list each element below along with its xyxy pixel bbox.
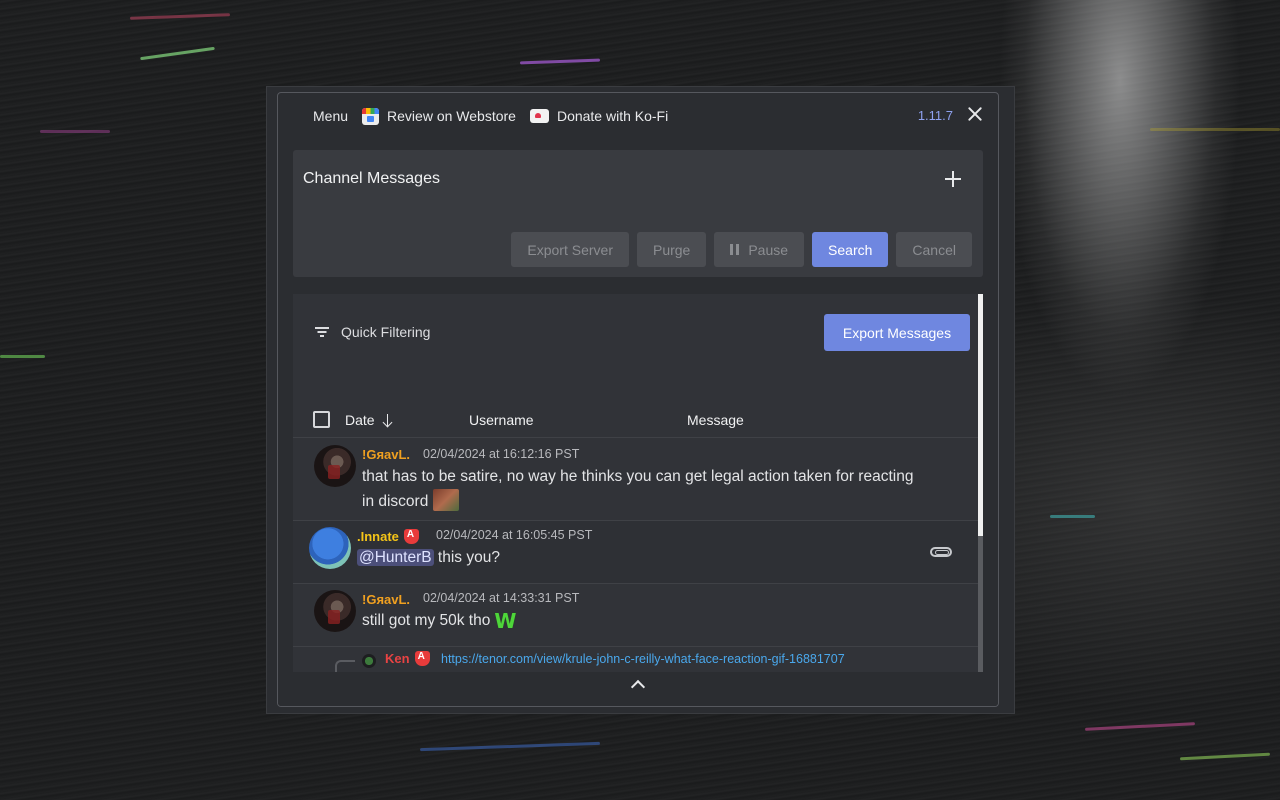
quick-filtering-label: Quick Filtering (341, 324, 431, 340)
message-timestamp: 02/04/2024 at 16:05:45 PST (436, 528, 593, 542)
bg-streak (1150, 128, 1280, 131)
filter-icon (315, 327, 329, 337)
message-text-line: in discord (362, 493, 429, 510)
action-button-row: Export Server Purge Pause Search Cancel (511, 232, 972, 267)
reply-username-text: Ken (385, 651, 410, 666)
message-text-line: that has to be satire, no way he thinks … (362, 468, 914, 485)
moderator-badge-icon (414, 651, 430, 666)
table-header: Date Username Message (293, 402, 978, 438)
w-emoji-icon: W (494, 609, 517, 633)
kofi-cup-icon (529, 109, 549, 123)
message-text: @HunterB this you? (357, 546, 500, 570)
reply-username: Ken (385, 651, 430, 666)
message-username: !GяavL. (362, 447, 411, 462)
menu-button[interactable]: Menu (290, 108, 348, 124)
search-button[interactable]: Search (812, 232, 889, 267)
table-row[interactable]: !GяavL. 02/04/2024 at 16:12:16 PST that … (293, 439, 978, 521)
message-text: still got my 50k tho W (362, 609, 516, 633)
message-timestamp: 02/04/2024 at 14:33:31 PST (423, 591, 580, 605)
pause-label: Pause (748, 241, 789, 258)
avatar (314, 590, 356, 632)
avatar (314, 445, 356, 487)
message-column-header[interactable]: Message (687, 412, 744, 428)
date-header-label: Date (345, 412, 375, 428)
cancel-button[interactable]: Cancel (896, 232, 972, 267)
avatar (309, 527, 351, 569)
export-messages-button[interactable]: Export Messages (824, 314, 970, 351)
export-server-button[interactable]: Export Server (511, 232, 629, 267)
chevron-up-icon[interactable] (630, 679, 646, 695)
message-username: .Innate (357, 529, 419, 544)
reply-connector (335, 660, 355, 672)
user-mention[interactable]: @HunterB (357, 549, 434, 566)
message-timestamp: 02/04/2024 at 16:12:16 PST (423, 447, 580, 461)
messages-panel: Quick Filtering Export Messages Date Use… (293, 294, 983, 672)
arrow-down-icon (382, 413, 394, 427)
donate-label: Donate with Ko-Fi (556, 108, 669, 124)
bg-streak (0, 355, 45, 358)
avatar (362, 654, 376, 668)
menu-label: Menu (313, 108, 349, 124)
scrollbar-thumb[interactable] (978, 294, 983, 536)
bottom-bar (278, 672, 998, 706)
paperclip-icon[interactable] (930, 547, 952, 557)
username-column-header[interactable]: Username (469, 412, 534, 428)
review-webstore-link[interactable]: Review on Webstore (362, 107, 516, 125)
version-label: 1.11.7 (917, 108, 953, 123)
plus-icon[interactable] (945, 171, 961, 187)
select-all-checkbox[interactable] (313, 411, 330, 428)
channel-messages-card: Channel Messages Export Server Purge Pau… (293, 150, 983, 277)
message-text-body: still got my 50k tho (362, 612, 491, 629)
pause-button[interactable]: Pause (714, 232, 805, 267)
extension-popup: Menu Review on Webstore Donate with Ko-F… (277, 92, 999, 707)
reply-preview-row[interactable]: Ken https://tenor.com/view/krule-john-c-… (293, 646, 978, 672)
review-label: Review on Webstore (387, 108, 516, 124)
message-username-text: .Innate (357, 529, 399, 544)
message-text: that has to be satire, no way he thinks … (362, 465, 913, 514)
hamburger-icon (290, 110, 305, 122)
purge-button[interactable]: Purge (636, 232, 707, 267)
message-username: !GяavL. (362, 592, 411, 607)
reply-link[interactable]: https://tenor.com/view/krule-john-c-reil… (441, 652, 845, 666)
top-bar: Menu Review on Webstore Donate with Ko-F… (278, 93, 998, 139)
moderator-badge-icon (403, 529, 419, 544)
donate-kofi-link[interactable]: Donate with Ko-Fi (529, 108, 669, 124)
bg-streak (1050, 515, 1095, 518)
channel-messages-title: Channel Messages (303, 170, 440, 187)
custom-emoji-icon (432, 489, 459, 511)
pause-icon (730, 244, 740, 255)
close-icon[interactable] (966, 105, 984, 123)
table-row[interactable]: !GяavL. 02/04/2024 at 14:33:31 PST still… (293, 584, 978, 647)
message-text-body: this you? (433, 549, 500, 566)
webstore-icon (362, 107, 380, 125)
date-column-header[interactable]: Date (345, 412, 394, 428)
quick-filtering-toggle[interactable]: Quick Filtering (315, 324, 430, 340)
bg-streak (40, 130, 110, 133)
table-row[interactable]: .Innate 02/04/2024 at 16:05:45 PST @Hunt… (293, 521, 978, 584)
